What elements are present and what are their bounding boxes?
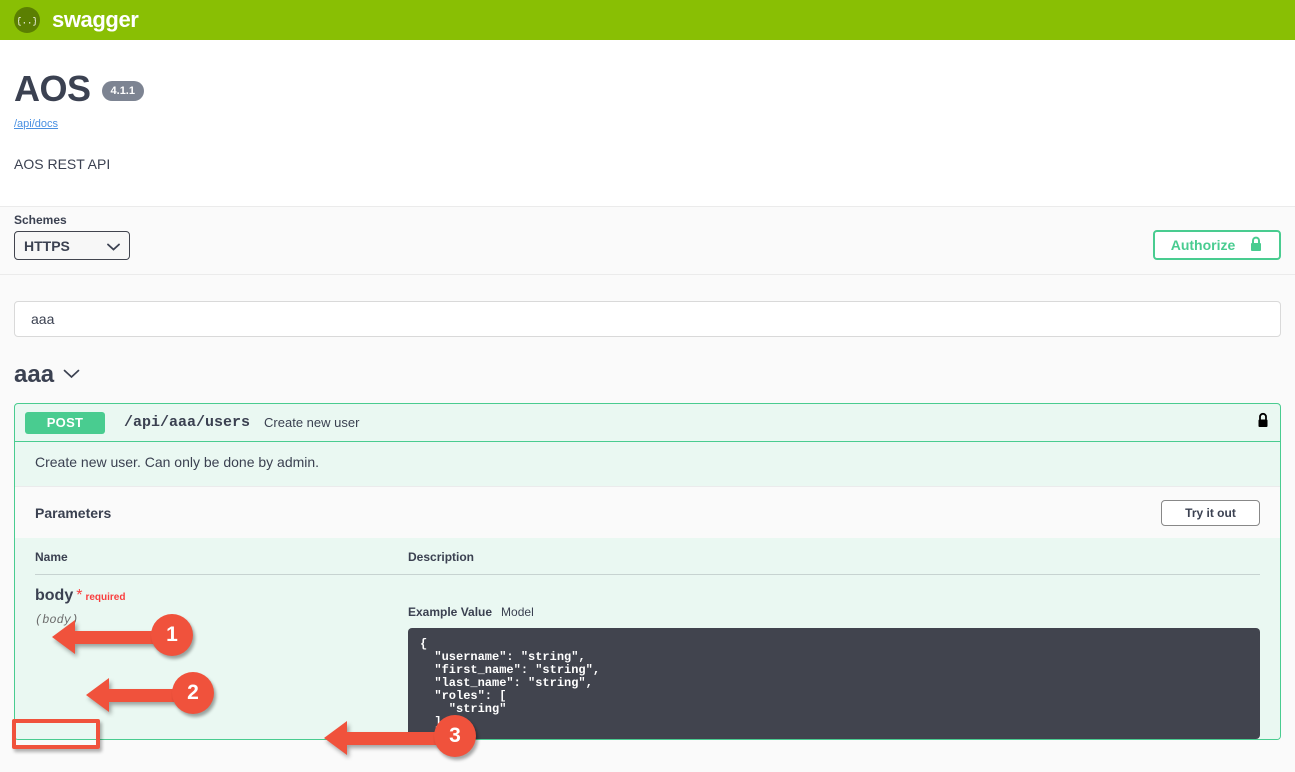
tab-example-value[interactable]: Example Value [408,605,492,619]
parameter-name-row: body*required [35,587,408,605]
operation-block-post-users: POST /api/aaa/users Create new user Crea… [14,403,1281,740]
api-info-header: AOS 4.1.1 /api/docs AOS REST API [0,40,1295,207]
tag-header-aaa[interactable]: aaa [14,361,1281,389]
schemes-selected-value: HTTPS [24,238,70,254]
api-description: AOS REST API [14,156,1281,172]
parameter-location: (body) [35,613,408,627]
required-star: * [76,587,82,604]
swagger-topbar: {..} swagger [0,0,1295,40]
docs-url-link[interactable]: /api/docs [14,118,58,130]
parameters-header: Parameters Try it out [15,486,1280,538]
lock-icon [1249,236,1263,255]
operation-summary[interactable]: POST /api/aaa/users Create new user [15,404,1280,442]
example-value-code: { "username": "string", "first_name": "s… [408,628,1260,739]
parameters-title: Parameters [35,505,111,521]
example-model-tabs: Example Value Model [408,587,1260,628]
svg-text:{..}: {..} [18,17,36,27]
required-label: required [85,592,125,603]
column-header-name: Name [35,538,408,574]
schemes-select[interactable]: HTTPS [14,231,130,260]
filter-input[interactable] [14,301,1281,337]
operation-description: Create new user. Can only be done by adm… [15,442,1280,486]
parameter-description-cell: Example Value Model { "username": "strin… [408,575,1260,739]
chevron-down-icon[interactable] [63,366,80,384]
schemes-row: Schemes HTTPS Authorize [0,207,1295,275]
authorize-label: Authorize [1171,237,1236,253]
parameter-name-cell: body*required (body) [35,575,408,739]
main-body: aaa POST /api/aaa/users Create new user … [0,275,1295,740]
table-header-row: Name Description [35,538,1260,574]
title-row: AOS 4.1.1 [14,68,1281,110]
parameters-table: Name Description body*required (body) Ex… [15,538,1280,739]
column-header-description: Description [408,538,1260,574]
http-method-badge: POST [25,412,105,434]
version-badge: 4.1.1 [102,81,144,101]
swagger-logo-text[interactable]: swagger [52,7,138,33]
chevron-down-icon [107,238,120,254]
tab-model[interactable]: Model [501,605,534,619]
authorize-button[interactable]: Authorize [1153,230,1281,260]
page-title: AOS [14,68,91,110]
schemes-container: Schemes HTTPS [14,213,130,260]
try-it-out-button[interactable]: Try it out [1161,500,1260,526]
swagger-braces-icon[interactable]: {..} [14,7,40,33]
operation-summary-text: Create new user [264,415,359,430]
operation-path: /api/aaa/users [124,414,250,431]
parameters-section: Parameters Try it out [15,486,1280,538]
schemes-label: Schemes [14,213,130,227]
table-row: body*required (body) Example Value Model… [35,574,1260,739]
tag-name: aaa [14,361,54,389]
parameter-name: body [35,587,73,604]
lock-icon[interactable] [1256,412,1270,434]
